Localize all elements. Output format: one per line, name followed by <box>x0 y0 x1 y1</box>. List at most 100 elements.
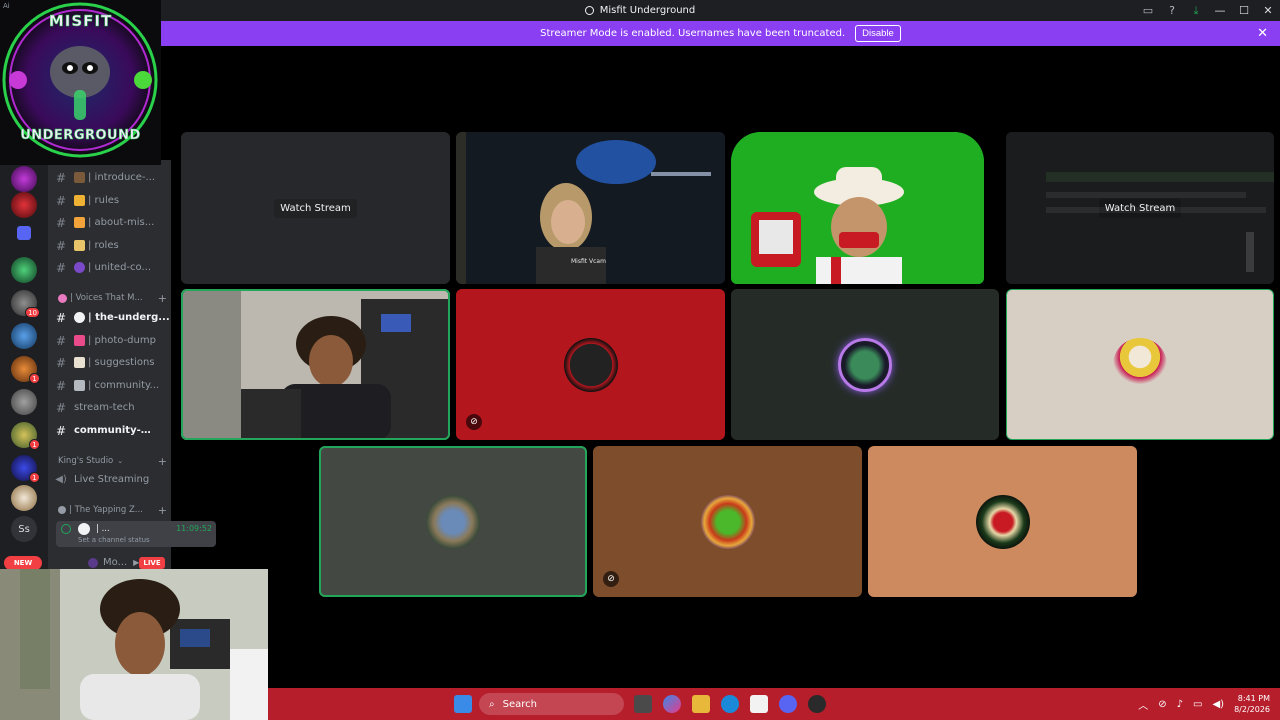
file-explorer-icon[interactable] <box>692 695 710 713</box>
store-icon[interactable] <box>750 695 768 713</box>
webcam-feed <box>0 569 268 720</box>
disable-streamer-mode-button[interactable]: Disable <box>855 25 901 42</box>
add-channel-icon[interactable]: + <box>158 292 167 305</box>
server-icon[interactable] <box>11 257 37 283</box>
task-view-icon[interactable] <box>634 695 652 713</box>
close-icon[interactable]: ✕ <box>1257 26 1268 41</box>
mic-icon <box>61 524 71 534</box>
channel-introduce[interactable]: # | introduce-... <box>48 167 171 188</box>
network-icon[interactable]: ⊘ <box>1158 699 1166 710</box>
taskbar-clock[interactable]: 8:41 PM 8/2/2026 <box>1234 693 1270 715</box>
avatar <box>426 494 480 549</box>
title-bar-controls: ▭ ? ⤓ — ☐ ✕ <box>1136 0 1280 21</box>
webcam-feed <box>181 289 450 440</box>
taskbar-search[interactable]: ⌕ Search <box>479 693 624 715</box>
channel-united[interactable]: # | united-co... <box>48 257 171 278</box>
copilot-icon[interactable] <box>663 695 681 713</box>
stream-tile-2[interactable]: Watch Stream <box>1006 132 1274 284</box>
logo-top-text: MISFIT <box>48 12 113 31</box>
voice-user-self[interactable]: | ... 11:09:52 Set a channel status <box>56 521 216 547</box>
avatar-tile-4[interactable] <box>1006 289 1274 440</box>
channel-stream-tech[interactable]: # stream-tech <box>48 397 171 418</box>
voice-channel-yapping[interactable]: | The Yapping Z... + <box>58 502 173 518</box>
server-icon[interactable]: 1 <box>11 422 40 450</box>
watch-stream-button[interactable]: Watch Stream <box>274 198 357 218</box>
video-tile-webcam-2[interactable] <box>731 132 984 284</box>
channel-community-em[interactable]: # community-em... <box>48 420 171 441</box>
globe-icon <box>74 262 85 273</box>
maximize-button[interactable]: ☐ <box>1232 0 1256 21</box>
hash-icon: # <box>55 333 67 348</box>
streamer-mode-banner: Streamer Mode is enabled. Usernames have… <box>161 21 1280 46</box>
display-icon[interactable]: ▭ <box>1193 699 1202 710</box>
avatar <box>563 337 618 392</box>
server-icon[interactable]: 1 <box>11 356 40 384</box>
hash-icon: # <box>55 215 67 230</box>
channel-the-underground[interactable]: # | the-underg... <box>48 307 171 328</box>
server-icon[interactable] <box>11 323 37 349</box>
inbox-icon[interactable]: ▭ <box>1136 0 1160 21</box>
discord-icon[interactable] <box>779 695 797 713</box>
window-title: Misfit Underground <box>584 5 695 16</box>
channel-suggestions[interactable]: # | suggestions <box>48 352 171 373</box>
cart-icon <box>74 380 85 391</box>
search-icon: ⌕ <box>489 698 495 710</box>
obs-icon[interactable] <box>808 695 826 713</box>
category-voices[interactable]: | Voices That M... + <box>58 290 173 306</box>
hash-icon: # <box>55 378 67 393</box>
stream-tile-1[interactable]: Watch Stream <box>181 132 450 284</box>
channel-about[interactable]: # | about-mis... <box>48 212 171 233</box>
add-channel-icon[interactable]: + <box>158 504 167 517</box>
channel-photo-dump[interactable]: # | photo-dump <box>48 330 171 351</box>
server-icon[interactable] <box>11 192 37 218</box>
help-icon[interactable]: ? <box>1160 0 1184 21</box>
server-icon[interactable] <box>11 485 37 511</box>
server-icon[interactable] <box>11 166 37 192</box>
live-badge: LIVE <box>139 557 165 569</box>
system-tray: ︿ ⊘ ♪ ▭ ◀) 8:41 PM 8/2/2026 <box>1138 688 1280 720</box>
person-icon <box>58 506 66 514</box>
server-icon[interactable]: 10 <box>11 290 40 318</box>
lightning-icon <box>74 217 85 228</box>
volume-icon[interactable]: ◀) <box>1212 699 1224 710</box>
chevron-up-icon[interactable]: ︿ <box>1138 697 1148 712</box>
hash-icon: # <box>55 400 67 415</box>
windows-taskbar: ⌕ Search ︿ ⊘ ♪ ▭ ◀) 8:41 PM 8/2/2026 <box>268 688 1280 720</box>
video-tile-webcam-1[interactable]: Misfit Vcam <box>456 132 725 284</box>
hash-icon: # <box>55 310 67 325</box>
close-window-button[interactable]: ✕ <box>1256 0 1280 21</box>
avatar <box>838 337 892 392</box>
avatar <box>88 557 98 568</box>
avatar-tile-7[interactable] <box>868 446 1137 597</box>
category-kings-studio[interactable]: King's Studio ⌄ + <box>58 453 173 469</box>
video-tile-webcam-3[interactable] <box>181 289 450 440</box>
avatar-tile-3[interactable] <box>731 289 999 440</box>
windows-start-icon[interactable] <box>454 695 472 713</box>
avatar-tile-6[interactable]: ⊘ <box>593 446 862 597</box>
edge-icon[interactable] <box>721 695 739 713</box>
download-icon[interactable]: ⤓ <box>1184 0 1208 21</box>
avatar-tile-5[interactable] <box>319 446 587 597</box>
avatar-tile-youthcrews[interactable]: ⊘ <box>456 289 725 440</box>
voice-channel-live-streaming[interactable]: ◀) Live Streaming <box>48 469 171 490</box>
watch-stream-button[interactable]: Watch Stream <box>1098 198 1182 218</box>
mic-muted-icon: ⊘ <box>466 414 482 430</box>
channel-roles[interactable]: # | roles <box>48 235 171 256</box>
microphone-icon[interactable]: ♪ <box>1177 699 1183 710</box>
speaker-icon: ◀) <box>55 474 67 485</box>
misfit-underground-logo: Ai MISFIT UNDERGROUND <box>0 0 161 165</box>
avatar <box>975 494 1030 549</box>
server-icon[interactable]: 1 <box>11 455 40 483</box>
channel-community[interactable]: # | community... <box>48 375 171 396</box>
hash-icon: # <box>55 170 67 185</box>
hash-icon: # <box>55 355 67 370</box>
channel-rules[interactable]: # | rules <box>48 190 171 211</box>
add-channel-icon[interactable]: + <box>158 455 167 468</box>
server-list: 10 1 1 1 Ss NEW <box>0 160 48 570</box>
minimize-button[interactable]: — <box>1208 0 1232 21</box>
server-icon-ss[interactable]: Ss <box>11 516 37 542</box>
streamer-webcam-overlay <box>0 569 268 720</box>
server-folder-icon[interactable] <box>17 226 31 240</box>
hash-icon: # <box>55 423 67 438</box>
server-icon[interactable] <box>11 389 37 415</box>
